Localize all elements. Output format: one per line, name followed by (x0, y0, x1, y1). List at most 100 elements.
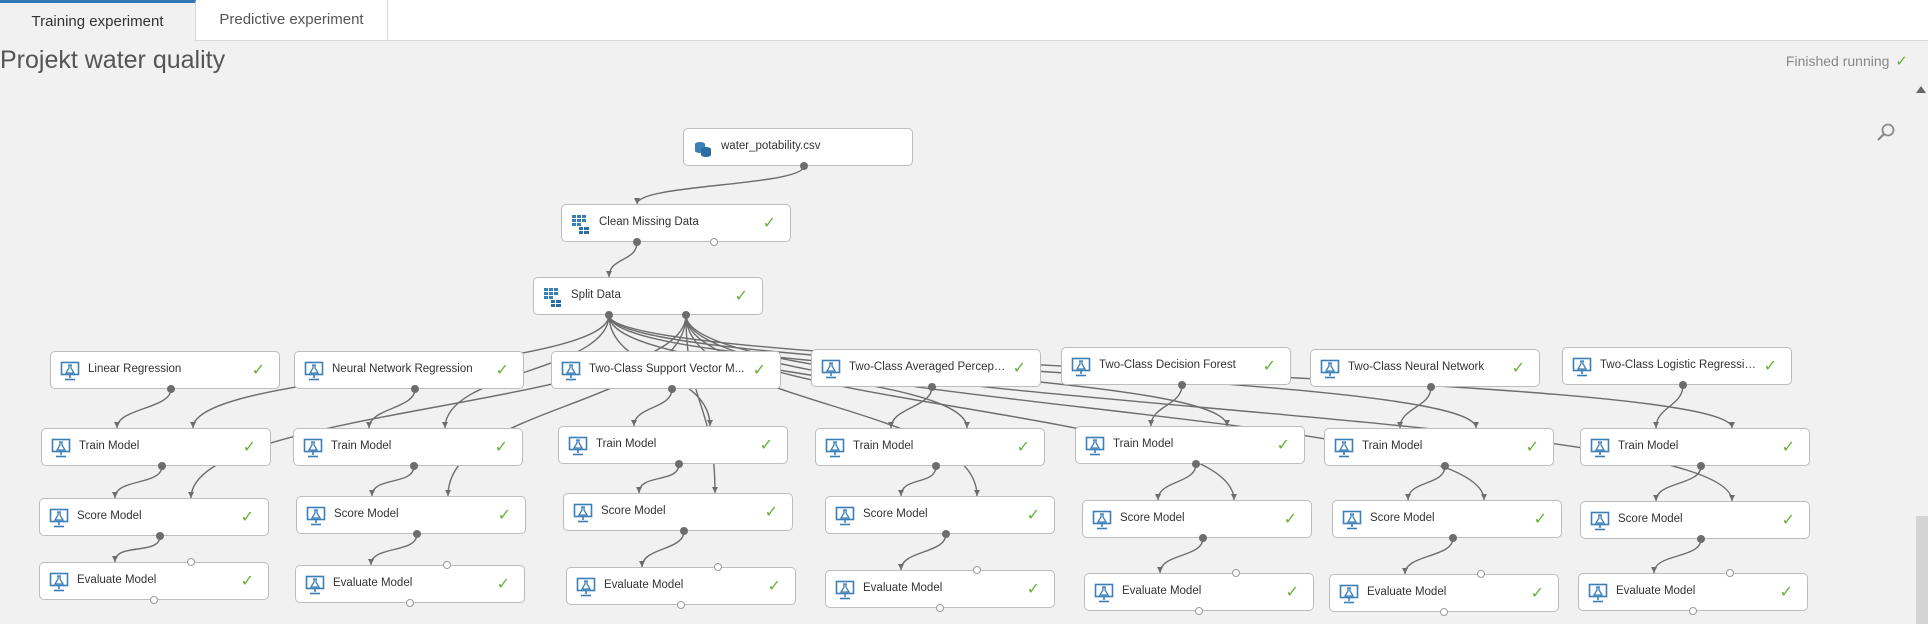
output-port[interactable] (633, 238, 641, 246)
output-port[interactable] (800, 162, 808, 170)
output-port[interactable] (167, 385, 175, 393)
module-eval5[interactable]: Evaluate Model ✓ (1084, 573, 1314, 611)
check-icon: ✓ (1530, 585, 1544, 602)
module-label: Evaluate Model (77, 574, 157, 586)
module-score2[interactable]: Score Model ✓ (296, 496, 526, 534)
input-port[interactable] (1726, 569, 1734, 577)
module-score3[interactable]: Score Model ✓ (563, 493, 793, 531)
connection-split-score7 (685, 314, 1733, 502)
module-label: Train Model (853, 440, 914, 452)
output-port[interactable] (1449, 534, 1457, 542)
check-icon: ✓ (251, 362, 265, 379)
input-port[interactable] (443, 561, 451, 569)
module-label: Split Data (571, 289, 621, 301)
output-port[interactable] (1679, 381, 1687, 389)
connection-logreg-train7 (1655, 384, 1684, 429)
check-icon: ✓ (1781, 439, 1795, 456)
module-score5[interactable]: Score Model ✓ (1082, 500, 1312, 538)
output-port[interactable] (928, 383, 936, 391)
output-port[interactable] (1192, 460, 1200, 468)
module-nnreg[interactable]: Neural Network Regression ✓ (294, 351, 524, 389)
output-port[interactable] (942, 530, 950, 538)
module-linreg[interactable]: Linear Regression ✓ (50, 351, 280, 389)
output-port[interactable] (605, 311, 613, 319)
module-nn[interactable]: Two-Class Neural Network ✓ (1310, 349, 1540, 387)
module-logreg[interactable]: Two-Class Logistic Regression ✓ (1562, 347, 1792, 385)
output-port[interactable] (1178, 381, 1186, 389)
output-port[interactable] (932, 462, 940, 470)
module-train7[interactable]: Train Model ✓ (1580, 428, 1810, 466)
output-port[interactable] (1199, 534, 1207, 542)
module-clean[interactable]: Clean Missing Data ✓ (561, 204, 791, 242)
check-icon: ✓ (240, 573, 254, 590)
module-eval7[interactable]: Evaluate Model ✓ (1578, 573, 1808, 611)
module-avgperc[interactable]: Two-Class Averaged Percept... ✓ (811, 349, 1041, 387)
connection-train1-score1 (114, 465, 163, 499)
output-port[interactable] (411, 385, 419, 393)
output-port[interactable] (1195, 607, 1203, 615)
search-icon[interactable] (1876, 122, 1896, 142)
module-label: Train Model (79, 440, 140, 452)
output-port[interactable] (410, 462, 418, 470)
module-label: Train Model (1362, 440, 1423, 452)
check-icon: ✓ (1283, 511, 1297, 528)
module-score7[interactable]: Score Model ✓ (1580, 501, 1810, 539)
check-icon: ✓ (1026, 581, 1040, 598)
output-port[interactable] (675, 460, 683, 468)
output-port[interactable] (680, 527, 688, 535)
output-port[interactable] (710, 238, 718, 246)
module-svm[interactable]: Two-Class Support Vector M... ✓ (551, 351, 781, 389)
output-port[interactable] (1427, 383, 1435, 391)
module-eval6[interactable]: Evaluate Model ✓ (1329, 574, 1559, 612)
module-train1[interactable]: Train Model ✓ (41, 428, 271, 466)
module-train4[interactable]: Train Model ✓ (815, 428, 1045, 466)
module-train6[interactable]: Train Model ✓ (1324, 428, 1554, 466)
module-train3[interactable]: Train Model ✓ (558, 426, 788, 464)
module-score1[interactable]: Score Model ✓ (39, 498, 269, 536)
module-dforest[interactable]: Two-Class Decision Forest ✓ (1061, 347, 1291, 385)
connection-train5-score5 (1157, 463, 1197, 501)
module-eval3[interactable]: Evaluate Model ✓ (566, 567, 796, 605)
output-port[interactable] (150, 596, 158, 604)
input-port[interactable] (714, 563, 722, 571)
output-port[interactable] (406, 599, 414, 607)
scrollbar-thumb[interactable] (1916, 516, 1928, 624)
output-port[interactable] (156, 532, 164, 540)
module-label: Train Model (1618, 440, 1679, 452)
input-port[interactable] (1232, 569, 1240, 577)
output-port[interactable] (668, 385, 676, 393)
module-score4[interactable]: Score Model ✓ (825, 496, 1055, 534)
module-dataset[interactable]: water_potability.csv (683, 128, 913, 166)
module-label: Evaluate Model (1367, 586, 1447, 598)
check-icon: ✓ (767, 578, 781, 595)
module-split[interactable]: Split Data ✓ (533, 277, 763, 315)
output-port[interactable] (1697, 462, 1705, 470)
output-port[interactable] (677, 601, 685, 609)
check-icon: ✓ (1781, 512, 1795, 529)
module-train2[interactable]: Train Model ✓ (293, 428, 523, 466)
connection-score3-eval3 (641, 530, 685, 568)
output-port[interactable] (413, 530, 421, 538)
output-port[interactable] (1689, 607, 1697, 615)
output-port[interactable] (158, 462, 166, 470)
input-port[interactable] (187, 558, 195, 566)
output-port[interactable] (936, 604, 944, 612)
output-port[interactable] (682, 311, 690, 319)
output-port[interactable] (1441, 462, 1449, 470)
check-icon: ✓ (734, 288, 748, 305)
check-icon: ✓ (242, 439, 256, 456)
output-port[interactable] (1697, 535, 1705, 543)
module-score6[interactable]: Score Model ✓ (1332, 500, 1562, 538)
output-port[interactable] (1440, 608, 1448, 616)
module-train5[interactable]: Train Model ✓ (1075, 426, 1305, 464)
module-eval1[interactable]: Evaluate Model ✓ (39, 562, 269, 600)
input-port[interactable] (973, 566, 981, 574)
module-eval2[interactable]: Evaluate Model ✓ (295, 565, 525, 603)
check-icon: ✓ (1276, 437, 1290, 454)
input-port[interactable] (1477, 570, 1485, 578)
module-label: Two-Class Decision Forest (1099, 359, 1236, 371)
connection-svm-train3 (633, 388, 673, 427)
module-eval4[interactable]: Evaluate Model ✓ (825, 570, 1055, 608)
check-icon: ✓ (1285, 584, 1299, 601)
scroll-up-arrow[interactable] (1916, 86, 1926, 93)
